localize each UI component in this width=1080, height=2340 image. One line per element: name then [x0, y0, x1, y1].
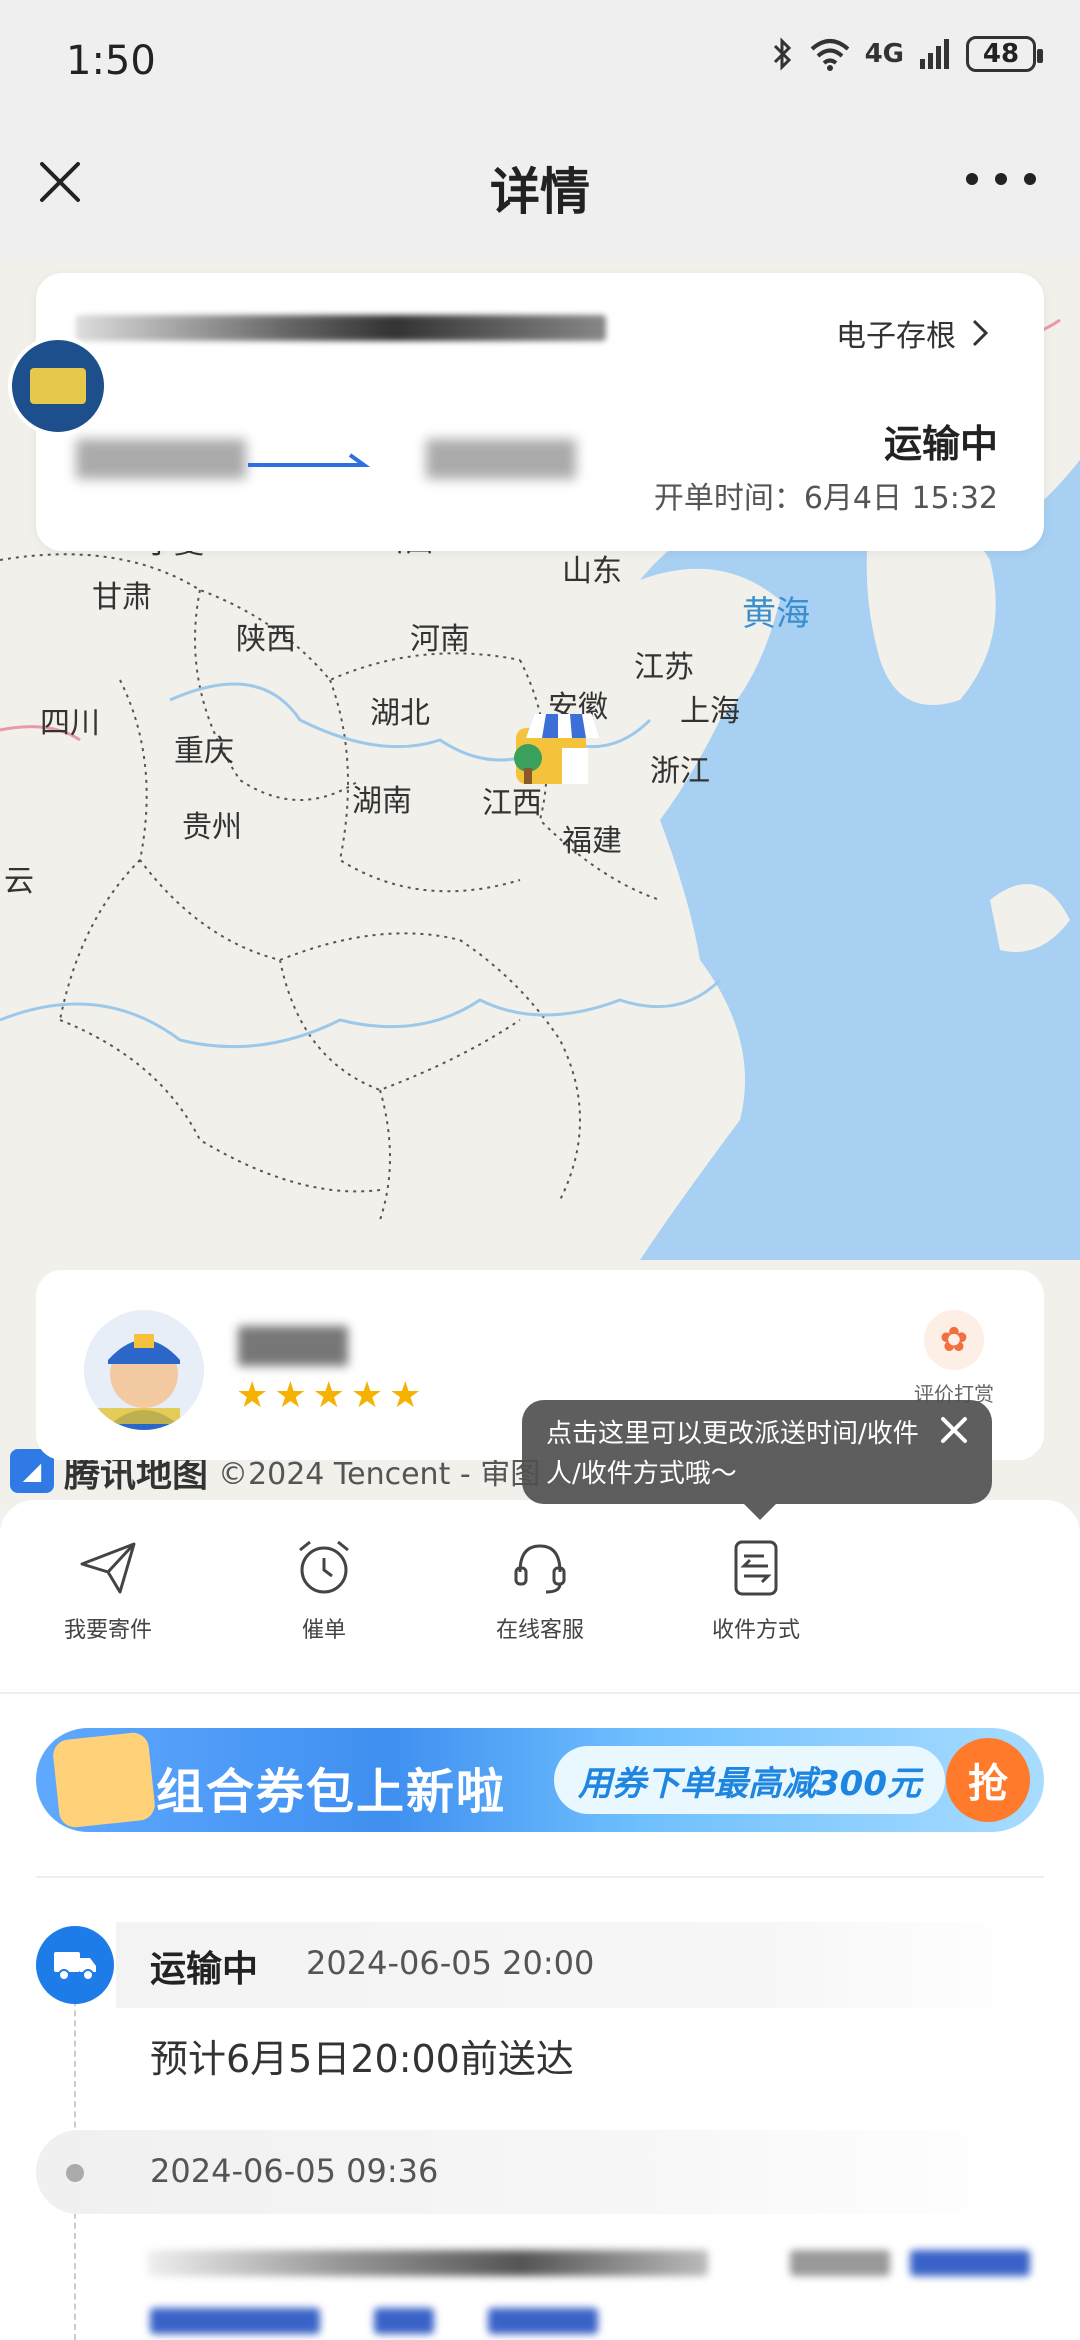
status-icons: 4G 48 [771, 36, 1043, 72]
banner-offer: 用券下单最高减300元 [554, 1746, 945, 1814]
bottom-sheet: 我要寄件 催单 在线客服 收件方式 组合券包上新啦 用券下单最高减300元 抢 … [0, 1500, 1080, 2340]
courier-location-marker[interactable] [506, 698, 606, 798]
truck-icon [36, 1926, 114, 2004]
timeline-detail-redacted [150, 2308, 320, 2334]
map-label-fujian: 福建 [562, 824, 622, 859]
star-icon: ★ [274, 1375, 307, 1416]
banner-title: 组合券包上新啦 [156, 1764, 507, 1820]
more-icon[interactable] [966, 164, 1036, 194]
carrier-logo [8, 336, 108, 436]
courier-avatar [84, 1310, 204, 1430]
divider [0, 1692, 1080, 1694]
close-icon[interactable] [938, 1414, 970, 1446]
urge-order-button[interactable]: 催单 [234, 1536, 414, 1644]
timeline-latest: 运输中 2024-06-05 20:00 [36, 1922, 1044, 2008]
paper-plane-icon [80, 1542, 136, 1594]
star-icon: ★ [236, 1375, 269, 1416]
opened-time: 开单时间：6月4日 15:32 [653, 481, 998, 516]
map-label-yun: 云 [4, 864, 34, 899]
timeline-detail-redacted [910, 2250, 1030, 2276]
flower-icon: ✿ [924, 1310, 984, 1370]
shipment-card: 电子存根 运输中 开单时间：6月4日 15:32 [36, 273, 1044, 551]
map-label-gansu: 甘肃 [92, 580, 152, 615]
status-bar: 1:50 4G 48 [0, 0, 1080, 120]
grab-button[interactable]: 抢 [946, 1738, 1030, 1822]
timeline-detail-redacted [488, 2308, 598, 2334]
timeline-item-time: 2024-06-05 09:36 [150, 2152, 439, 2190]
nav-header: 详情 [0, 120, 1080, 260]
alarm-clock-icon [299, 1540, 349, 1594]
destination-city-redacted [426, 439, 576, 479]
map-label-sichuan: 四川 [40, 706, 100, 741]
battery-icon: 48 [966, 36, 1043, 72]
delivery-method-button[interactable]: 收件方式 [666, 1536, 846, 1644]
network-type: 4G [864, 39, 904, 69]
estimated-delivery: 预计6月5日20:00前送达 [150, 2037, 574, 2081]
timeline-dot [66, 2164, 84, 2182]
map-label-guizhou: 贵州 [182, 810, 242, 845]
star-icon: ★ [350, 1375, 384, 1416]
tracking-number-redacted [76, 315, 606, 341]
customer-service-button[interactable]: 在线客服 [450, 1536, 630, 1644]
page-title: 详情 [490, 163, 590, 221]
delivery-change-tooltip: 点击这里可以更改派送时间/收件人/收件方式哦～ [522, 1400, 992, 1520]
courier-rating: ★ ★ ★ ★ ★ [236, 1378, 421, 1414]
route-arrow-icon [248, 453, 370, 467]
map-label-shandong: 山东 [562, 554, 622, 589]
bluetooth-icon [773, 37, 791, 71]
tooltip-text: 点击这里可以更改派送时间/收件人/收件方式哦～ [546, 1419, 919, 1489]
timeline-detail-redacted [148, 2250, 708, 2276]
reward-button[interactable]: ✿ 评价打赏 [904, 1310, 1004, 1407]
map-label-shanghai: 上海 [680, 694, 740, 729]
map-label-henan: 河南 [410, 622, 470, 657]
signal-icon [920, 39, 949, 69]
timeline-time: 2024-06-05 20:00 [306, 1944, 595, 1982]
map-label-jiangsu: 江苏 [634, 650, 694, 685]
status-time: 1:50 [66, 38, 156, 84]
map-label-zhejiang: 浙江 [650, 754, 710, 789]
coupon-gift-icon [51, 1731, 157, 1829]
headset-icon [514, 1544, 566, 1594]
timeline-item: 2024-06-05 09:36 [36, 2130, 1044, 2214]
star-icon: ★ [312, 1375, 345, 1416]
map-label-hunan: 湖南 [352, 784, 412, 819]
shipment-status: 运输中 [883, 422, 998, 466]
send-package-button[interactable]: 我要寄件 [18, 1536, 198, 1644]
wifi-icon [810, 39, 849, 71]
divider [36, 1876, 1044, 1878]
coupon-banner[interactable]: 组合券包上新啦 用券下单最高减300元 抢 [36, 1728, 1044, 1832]
action-bar: 我要寄件 催单 在线客服 收件方式 [0, 1536, 1080, 1656]
map-label-shaanxi: 陕西 [236, 622, 296, 657]
timeline-status: 运输中 [150, 1949, 259, 1990]
map-label-chongqing: 重庆 [174, 734, 234, 769]
courier-name-redacted [238, 1326, 348, 1366]
map-label-huanghai: 黄海 [742, 594, 810, 634]
electronic-stub-link[interactable]: 电子存根 [836, 311, 990, 355]
timeline-detail-redacted [374, 2308, 434, 2334]
document-swap-icon [734, 1540, 778, 1596]
timeline-detail-redacted [790, 2250, 890, 2276]
star-icon: ★ [389, 1375, 422, 1416]
map-label-hubei: 湖北 [370, 696, 430, 731]
stub-label: 电子存根 [836, 319, 956, 354]
origin-city-redacted [76, 439, 246, 479]
chevron-right-icon [972, 319, 989, 347]
